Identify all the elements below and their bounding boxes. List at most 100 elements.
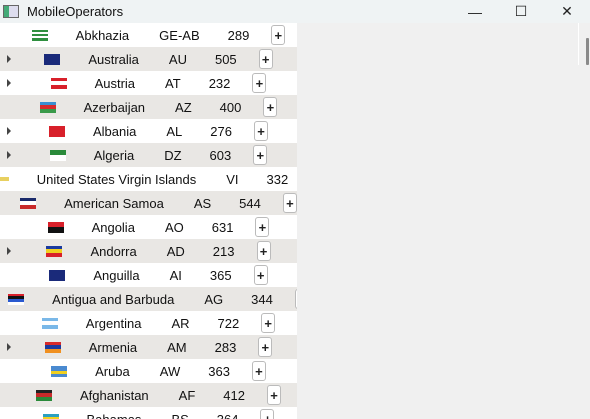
add-button[interactable]: +: [253, 145, 268, 165]
operator-count: 631: [211, 219, 234, 235]
expand-arrow-icon[interactable]: [7, 151, 11, 159]
flag-icon: [39, 101, 56, 113]
add-button[interactable]: +: [253, 265, 268, 285]
country-name: Algeria: [93, 147, 135, 163]
country-code: AZ: [175, 99, 192, 115]
add-button[interactable]: +: [267, 385, 281, 405]
expand-arrow-icon[interactable]: [7, 343, 11, 351]
add-button[interactable]: +: [252, 73, 267, 93]
country-code: AU: [168, 51, 187, 67]
list-item[interactable]: Argentina AR 722 +: [0, 311, 297, 335]
operator-count: 213: [212, 243, 235, 259]
country-code: AM: [167, 339, 187, 355]
add-button[interactable]: +: [263, 97, 278, 117]
country-name: Austria: [94, 75, 136, 91]
expand-arrow-icon[interactable]: [7, 55, 11, 63]
country-name: Antigua and Barbuda: [52, 291, 175, 307]
add-button[interactable]: +: [282, 193, 297, 213]
add-button[interactable]: +: [255, 217, 270, 237]
operator-count: 505: [214, 51, 237, 67]
expand-arrow-icon[interactable]: [7, 127, 11, 135]
operator-count: 400: [219, 99, 242, 115]
country-name: Aruba: [95, 363, 130, 379]
operator-count: 289: [227, 27, 250, 43]
expand-arrow-icon[interactable]: [7, 79, 11, 87]
country-name: Angolia: [91, 219, 135, 235]
add-button[interactable]: +: [261, 313, 276, 333]
operator-count: 283: [214, 339, 237, 355]
minimize-button[interactable]: —: [452, 0, 498, 23]
country-code: DZ: [164, 147, 182, 163]
country-name: Bahamas: [86, 411, 142, 419]
list-item[interactable]: Aruba AW 363 +: [0, 359, 297, 383]
close-button[interactable]: ✕: [544, 0, 590, 23]
flag-icon: [20, 197, 37, 209]
list-item[interactable]: Andorra AD 213 +: [0, 239, 297, 263]
list-item[interactable]: Austria AT 232 +: [0, 71, 297, 95]
flag-icon: [8, 293, 25, 305]
list-item[interactable]: Angolia AO 631 +: [0, 215, 297, 239]
flag-icon: [49, 125, 65, 137]
list-item[interactable]: Algeria DZ 603 +: [0, 143, 297, 167]
expand-arrow-icon[interactable]: [7, 247, 11, 255]
country-name: American Samoa: [64, 195, 164, 211]
list-item[interactable]: Armenia AM 283 +: [0, 335, 297, 359]
country-name: Anguilla: [93, 267, 140, 283]
operator-count: 722: [217, 315, 240, 331]
list-item[interactable]: Afghanistan AF 412 +: [0, 383, 297, 407]
add-button[interactable]: +: [258, 49, 273, 69]
operator-count: 276: [210, 123, 232, 139]
flag-icon: [49, 269, 66, 281]
flag-icon: [51, 365, 68, 377]
scrollbar-thumb[interactable]: [586, 38, 589, 65]
operator-count: 412: [223, 387, 245, 403]
country-code: AG: [204, 291, 224, 307]
add-button[interactable]: +: [258, 337, 273, 357]
operators-list[interactable]: Abkhazia GE-AB 289 + Australia AU 505 + Austria A…: [0, 23, 297, 419]
country-code: AI: [169, 267, 182, 283]
flag-icon: [0, 173, 9, 185]
list-item[interactable]: Abkhazia GE-AB 289 +: [0, 23, 297, 47]
operator-count: 364: [216, 411, 239, 419]
country-code: AF: [178, 387, 196, 403]
list-item[interactable]: Anguilla AI 365 +: [0, 263, 297, 287]
operator-count: 603: [209, 147, 232, 163]
app-icon: [3, 5, 19, 18]
maximize-button[interactable]: ☐: [498, 0, 544, 23]
country-name: Afghanistan: [80, 387, 149, 403]
operator-count: 544: [239, 195, 261, 211]
list-item[interactable]: Azerbaijan AZ 400 +: [0, 95, 297, 119]
country-code: AL: [166, 123, 183, 139]
add-button[interactable]: +: [294, 289, 297, 309]
country-name: United States Virgin Islands: [36, 171, 197, 187]
flag-icon: [41, 317, 58, 329]
add-button[interactable]: +: [271, 25, 286, 45]
flag-icon: [36, 389, 52, 401]
operator-count: 332: [266, 171, 289, 187]
list-item[interactable]: Antigua and Barbuda AG 344 +: [0, 287, 297, 311]
add-button[interactable]: +: [260, 409, 275, 419]
flag-icon: [46, 245, 63, 257]
country-code: AS: [193, 195, 212, 211]
country-code: VI: [226, 171, 239, 187]
flag-icon: [44, 53, 61, 65]
list-item[interactable]: Bahamas BS 364 +: [0, 407, 297, 419]
country-code: AR: [171, 315, 190, 331]
operator-count: 365: [209, 267, 232, 283]
country-name: Argentina: [85, 315, 142, 331]
country-name: Australia: [88, 51, 139, 67]
list-item[interactable]: Australia AU 505 +: [0, 47, 297, 71]
add-button[interactable]: +: [253, 121, 268, 141]
list-item[interactable]: United States Virgin IslandsVI332+: [0, 167, 297, 191]
window-title: MobileOperators: [27, 4, 124, 19]
country-code: BS: [171, 411, 189, 419]
country-name: Abkhazia: [75, 27, 130, 43]
add-button[interactable]: +: [256, 241, 271, 261]
country-code: AW: [159, 363, 181, 379]
list-item[interactable]: American Samoa AS 544 +: [0, 191, 297, 215]
flag-icon: [49, 149, 66, 161]
list-item[interactable]: Albania AL 276 +: [0, 119, 297, 143]
country-code: GE-AB: [159, 27, 200, 43]
operator-count: 344: [251, 291, 273, 307]
add-button[interactable]: +: [251, 361, 266, 381]
